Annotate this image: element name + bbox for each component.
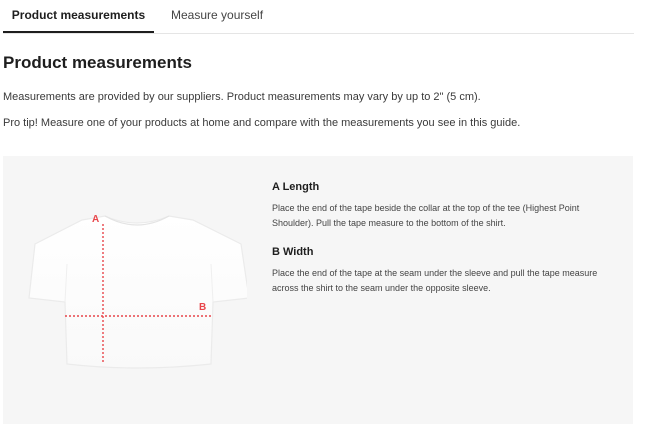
tab-product-measurements[interactable]: Product measurements — [3, 0, 154, 33]
intro-text: Measurements are provided by our supplie… — [3, 91, 481, 103]
label-b: B — [199, 302, 206, 313]
measurement-length: A Length Place the end of the tape besid… — [272, 181, 622, 231]
measurement-guide-panel: A B A Length Place the end of the tape b… — [3, 156, 633, 424]
pro-tip-text: Pro tip! Measure one of your products at… — [3, 117, 521, 129]
size-guide: Product measurements Measure yourself Pr… — [0, 0, 645, 436]
tab-bar: Product measurements Measure yourself — [3, 0, 634, 34]
measurement-width-description: Place the end of the tape at the seam un… — [272, 268, 598, 293]
measurement-length-title: A Length — [272, 181, 320, 193]
tab-measure-yourself[interactable]: Measure yourself — [171, 0, 263, 33]
page-title: Product measurements — [3, 53, 192, 72]
tshirt-icon — [28, 215, 247, 369]
measurement-width-title: B Width — [272, 246, 314, 258]
label-a: A — [92, 214, 99, 225]
measurement-width: B Width Place the end of the tape at the… — [272, 246, 622, 296]
tshirt-measurement-illustration: A B — [28, 214, 247, 369]
measurement-length-description: Place the end of the tape beside the col… — [272, 203, 580, 228]
